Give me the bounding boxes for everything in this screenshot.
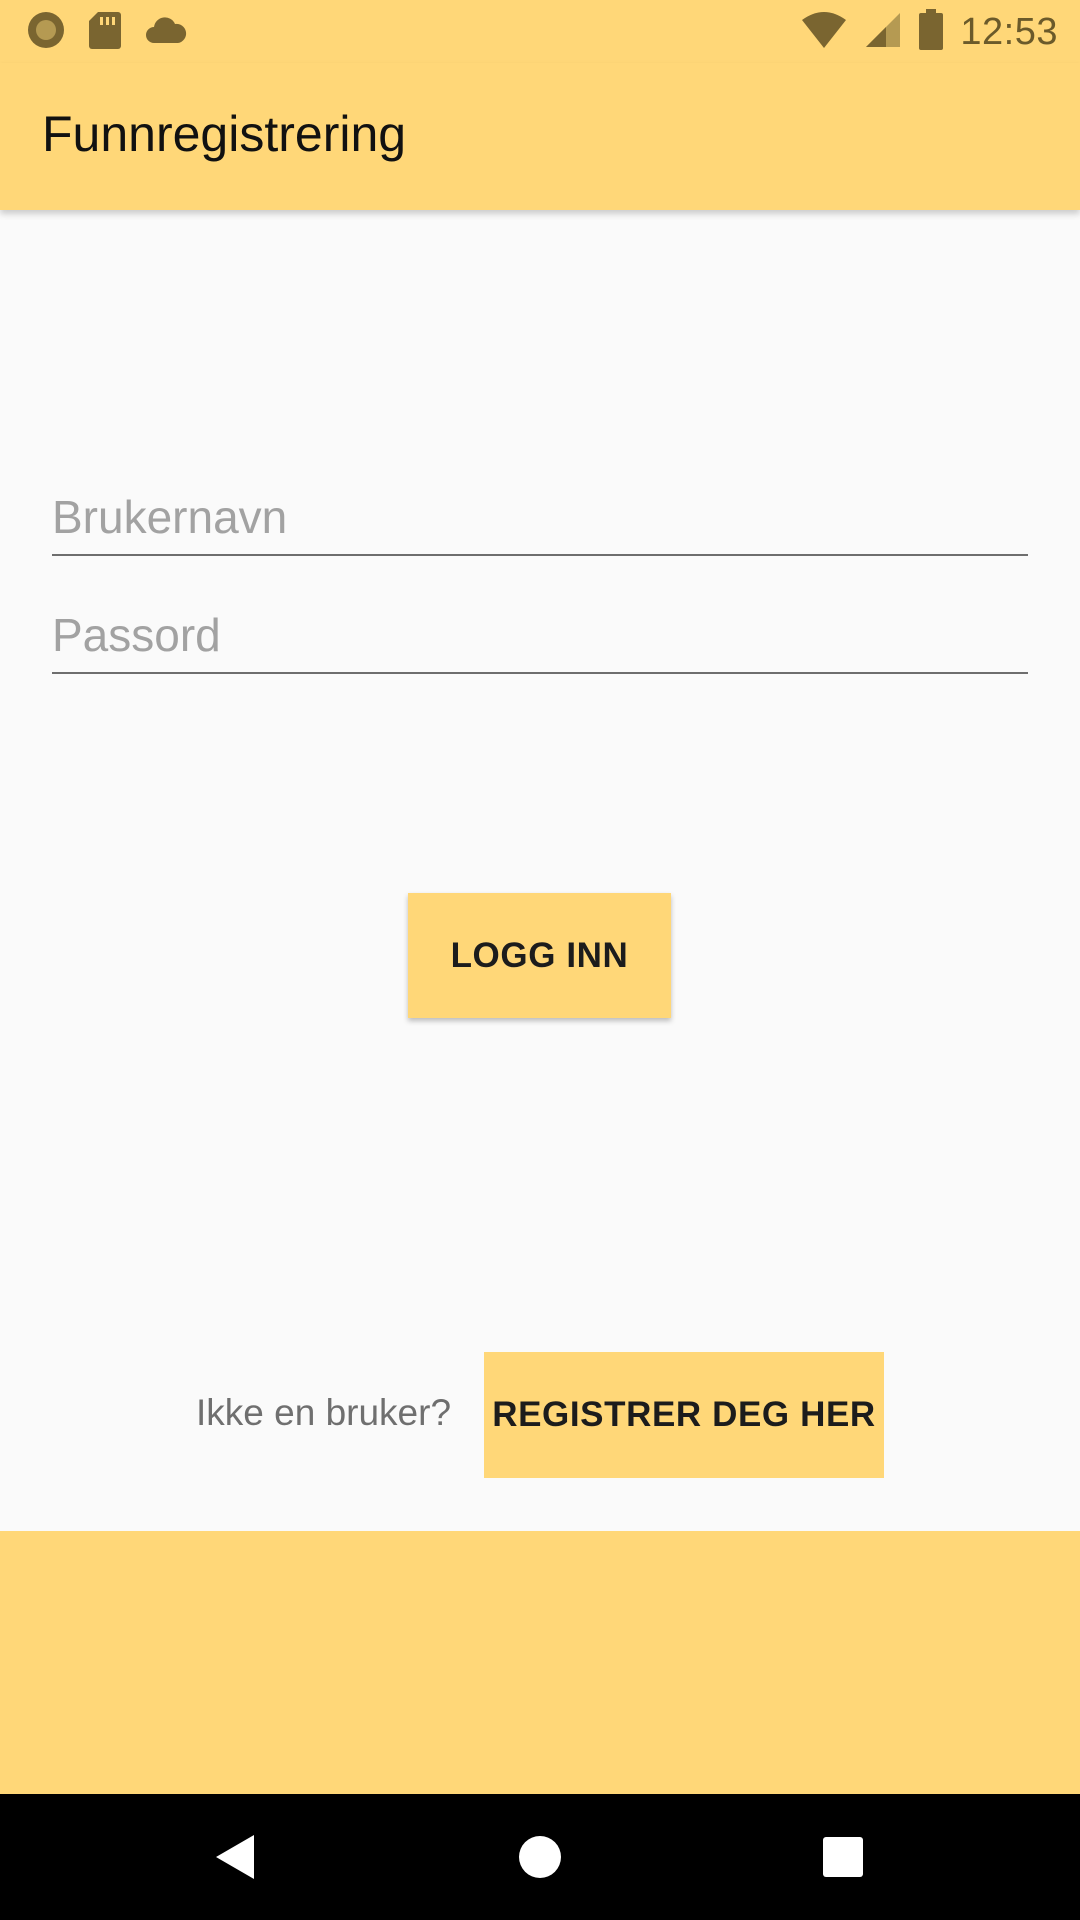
cloud-icon xyxy=(144,15,188,50)
login-button[interactable]: LOGG INN xyxy=(408,893,671,1018)
home-button[interactable] xyxy=(507,1824,573,1890)
register-button[interactable]: REGISTRER DEG HER xyxy=(484,1352,884,1478)
not-user-label: Ikke en bruker? xyxy=(196,1392,452,1433)
battery-icon xyxy=(918,8,944,56)
username-input[interactable] xyxy=(52,484,1028,550)
bottom-panel xyxy=(0,1531,1080,1794)
navigation-bar xyxy=(0,1794,1080,1920)
signal-icon xyxy=(864,11,902,54)
recents-icon xyxy=(823,1837,863,1877)
status-time: 12:53 xyxy=(960,10,1058,53)
app-title: Funnregistrering xyxy=(42,106,407,162)
sd-card-icon xyxy=(88,10,122,55)
recents-button[interactable] xyxy=(810,1824,876,1890)
wifi-icon xyxy=(800,10,848,55)
record-icon xyxy=(26,10,66,55)
password-input[interactable] xyxy=(52,602,1028,668)
app-bar: Funnregistrering xyxy=(0,63,1080,210)
home-icon xyxy=(519,1836,561,1878)
status-bar: 12:53 xyxy=(0,0,1080,63)
username-field-container xyxy=(52,484,1028,556)
back-icon xyxy=(216,1835,254,1879)
login-screen: 12:53 Funnregistrering LOGG INN Ikke en … xyxy=(0,0,1080,1920)
back-button[interactable] xyxy=(203,1824,269,1890)
password-field-container xyxy=(52,602,1028,674)
